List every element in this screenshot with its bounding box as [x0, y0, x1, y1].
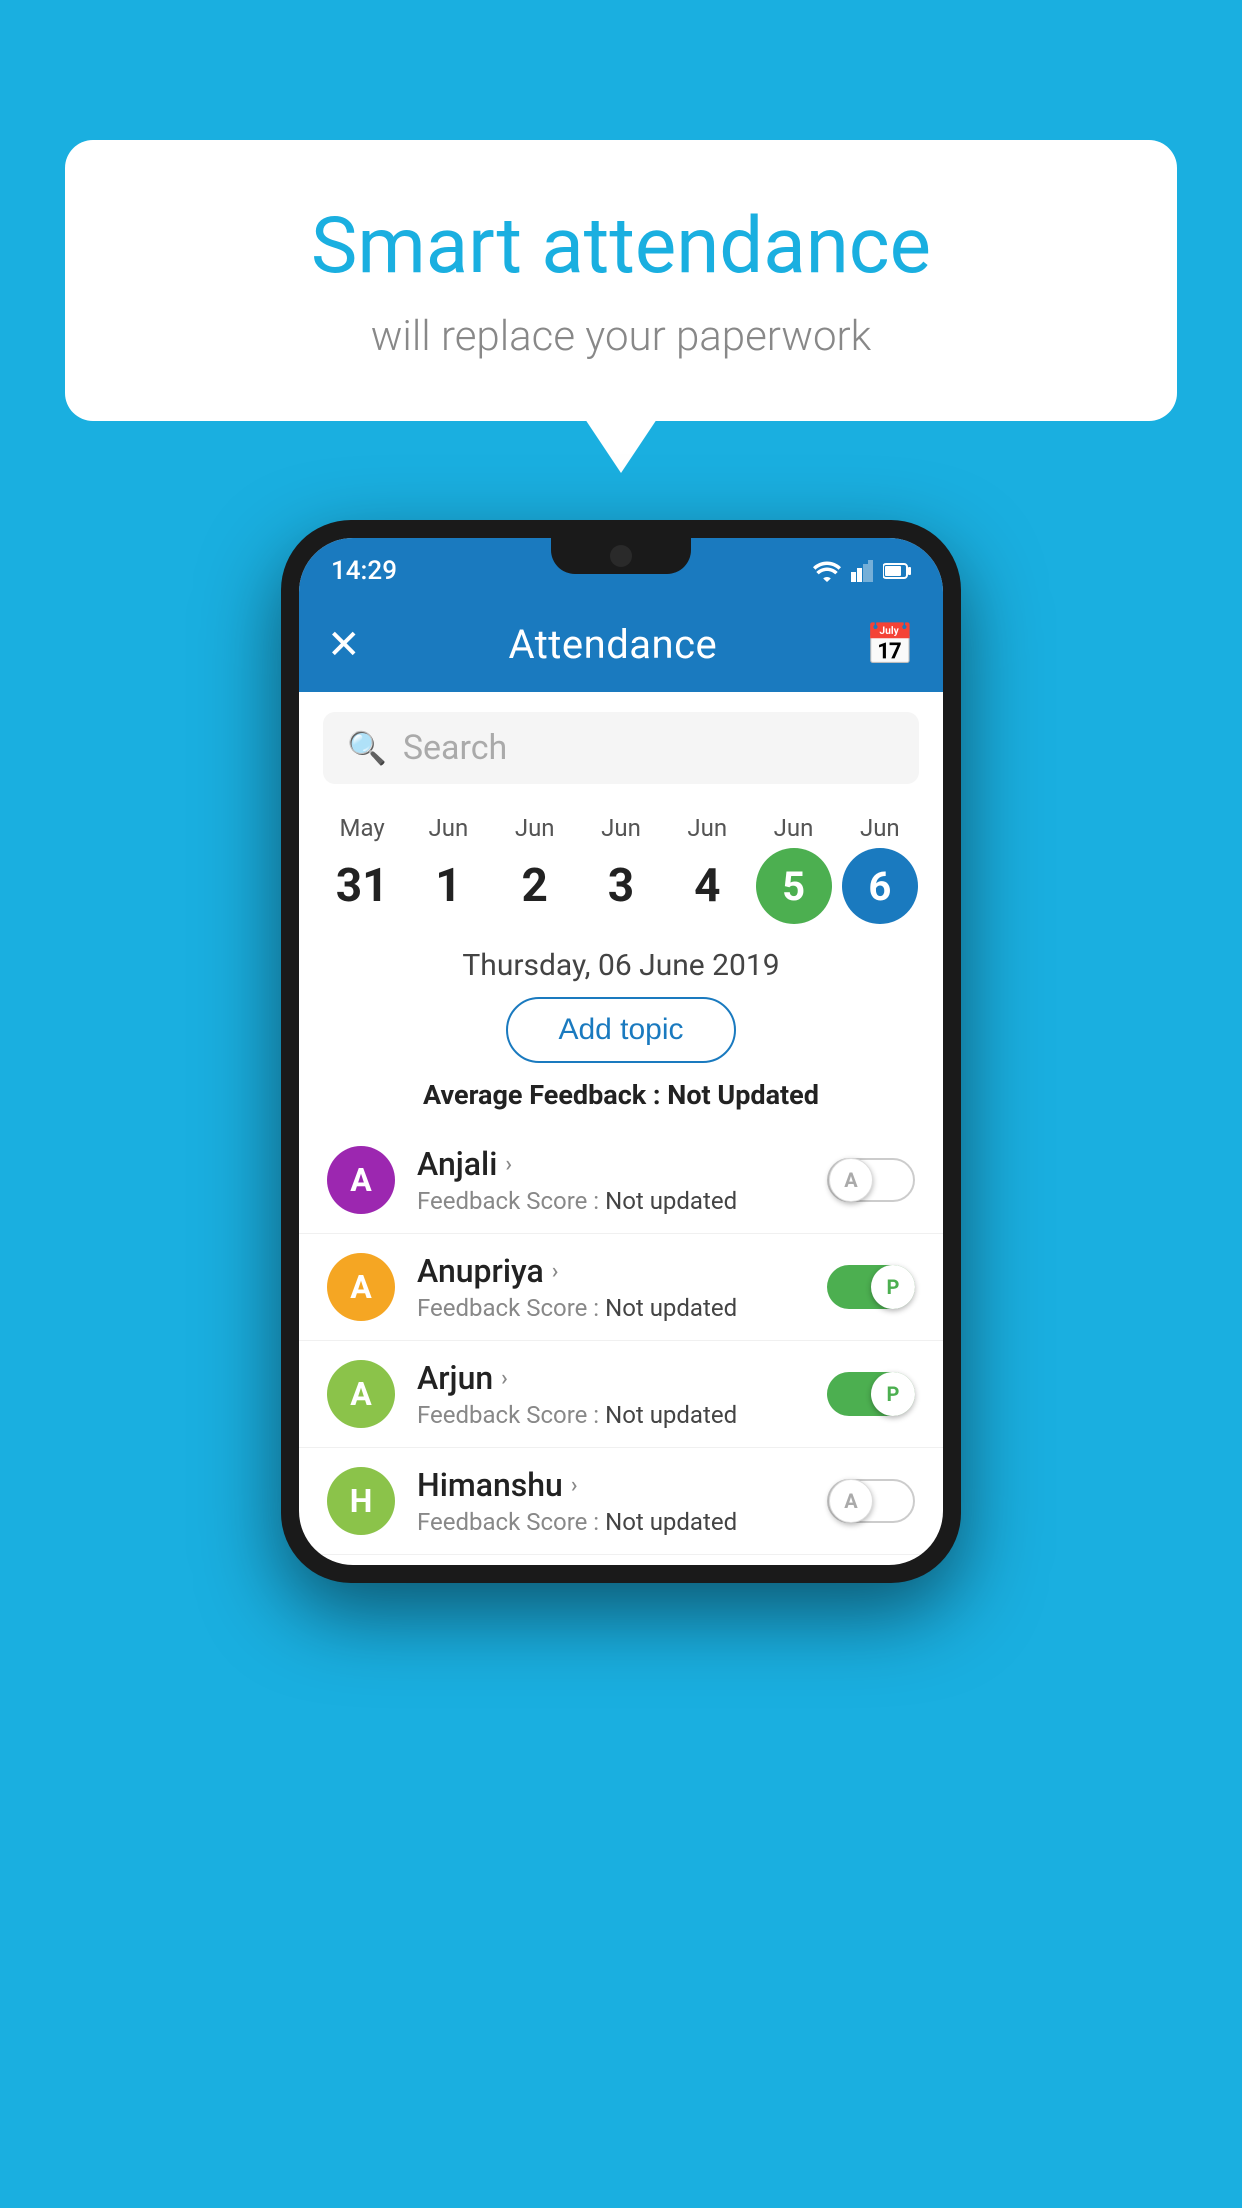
toggle-switch[interactable]: P [827, 1372, 915, 1416]
calendar-strip: May 31 Jun 1 Jun 2 Jun 3 Jun 4 Jun 5 Jun 6 [299, 804, 943, 924]
search-bar[interactable]: 🔍 Search [323, 712, 919, 784]
attendance-toggle[interactable]: P [827, 1372, 915, 1416]
student-name: Anupriya › [417, 1252, 827, 1290]
signal-icon [851, 560, 873, 582]
avatar: A [327, 1360, 395, 1428]
cal-date-label: 3 [583, 848, 659, 924]
cal-date-label: 1 [410, 848, 486, 924]
phone-notch [551, 538, 691, 574]
speech-bubble: Smart attendance will replace your paper… [65, 140, 1177, 421]
student-name: Arjun › [417, 1359, 827, 1397]
calendar-day[interactable]: May 31 [324, 814, 400, 924]
search-placeholder: Search [403, 728, 507, 768]
bubble-subtitle: will replace your paperwork [135, 312, 1107, 361]
student-name: Anjali › [417, 1145, 827, 1183]
student-list: AAnjali ›Feedback Score : Not updatedAAA… [299, 1127, 943, 1565]
cal-month-label: May [340, 814, 385, 842]
student-feedback: Feedback Score : Not updated [417, 1401, 827, 1429]
bubble-title: Smart attendance [135, 200, 1107, 294]
cal-month-label: Jun [601, 814, 641, 842]
phone-wrapper: 14:29 [281, 520, 961, 1583]
phone-screen: 14:29 [299, 538, 943, 1565]
chevron-icon: › [501, 1366, 508, 1391]
avatar: H [327, 1467, 395, 1535]
cal-month-label: Jun [774, 814, 814, 842]
attendance-toggle[interactable]: P [827, 1265, 915, 1309]
notch-camera [610, 545, 632, 567]
student-item[interactable]: AAnjali ›Feedback Score : Not updatedA [299, 1127, 943, 1234]
chevron-icon: › [505, 1152, 512, 1177]
toggle-knob: P [871, 1265, 915, 1309]
calendar-day[interactable]: Jun 6 [842, 814, 918, 924]
student-item[interactable]: A Arjun › Feedback Score : Not updated P [299, 1341, 943, 1448]
attendance-toggle[interactable]: A [827, 1158, 915, 1202]
calendar-button[interactable]: 📅 [865, 621, 915, 668]
student-feedback: Feedback Score : Not updated [417, 1508, 827, 1536]
date-header: Thursday, 06 June 2019 [299, 924, 943, 997]
battery-icon [883, 562, 911, 580]
close-button[interactable]: ✕ [327, 621, 361, 668]
calendar-day[interactable]: Jun 3 [583, 814, 659, 924]
student-info: Anjali › Feedback Score : Not updated [417, 1145, 827, 1215]
calendar-day[interactable]: Jun 1 [410, 814, 486, 924]
cal-date-label: 4 [669, 848, 745, 924]
toggle-knob: A [829, 1479, 873, 1523]
cal-date-label: 6 [842, 848, 918, 924]
app-bar-title: Attendance [508, 621, 717, 668]
student-item[interactable]: A Anupriya › Feedback Score : Not updated P [299, 1234, 943, 1341]
avatar: A [327, 1146, 395, 1214]
toggle-switch[interactable]: A [827, 1479, 915, 1523]
attendance-toggle[interactable]: A [827, 1479, 915, 1523]
avg-feedback: Average Feedback : Not Updated [299, 1063, 943, 1127]
student-feedback: Feedback Score : Not updated [417, 1294, 827, 1322]
cal-month-label: Jun [429, 814, 469, 842]
avatar: A [327, 1253, 395, 1321]
search-icon: 🔍 [347, 729, 387, 767]
chevron-icon: › [552, 1259, 559, 1284]
student-info: Anupriya › Feedback Score : Not updated [417, 1252, 827, 1322]
status-icons [813, 560, 911, 582]
toggle-switch[interactable]: A [827, 1158, 915, 1202]
student-info: Arjun › Feedback Score : Not updated [417, 1359, 827, 1429]
student-name: Himanshu › [417, 1466, 827, 1504]
calendar-day[interactable]: Jun 4 [669, 814, 745, 924]
toggle-knob: A [829, 1158, 873, 1202]
calendar-day[interactable]: Jun 5 [756, 814, 832, 924]
calendar-day[interactable]: Jun 2 [497, 814, 573, 924]
student-feedback: Feedback Score : Not updated [417, 1187, 827, 1215]
cal-month-label: Jun [515, 814, 555, 842]
speech-bubble-container: Smart attendance will replace your paper… [65, 140, 1177, 421]
toggle-knob: P [871, 1372, 915, 1416]
cal-date-label: 5 [756, 848, 832, 924]
avg-feedback-value: Not Updated [667, 1079, 819, 1111]
app-bar: ✕ Attendance 📅 [299, 596, 943, 692]
chevron-icon: › [571, 1473, 578, 1498]
wifi-icon [813, 560, 841, 582]
student-item[interactable]: H Himanshu › Feedback Score : Not updatedA [299, 1448, 943, 1555]
status-time: 14:29 [331, 556, 397, 586]
phone-outer: 14:29 [281, 520, 961, 1583]
toggle-switch[interactable]: P [827, 1265, 915, 1309]
cal-month-label: Jun [860, 814, 900, 842]
cal-month-label: Jun [687, 814, 727, 842]
cal-date-label: 31 [324, 848, 400, 924]
student-info: Himanshu › Feedback Score : Not updated [417, 1466, 827, 1536]
avg-feedback-label: Average Feedback : [423, 1079, 667, 1111]
cal-date-label: 2 [497, 848, 573, 924]
add-topic-button[interactable]: Add topic [506, 997, 735, 1063]
